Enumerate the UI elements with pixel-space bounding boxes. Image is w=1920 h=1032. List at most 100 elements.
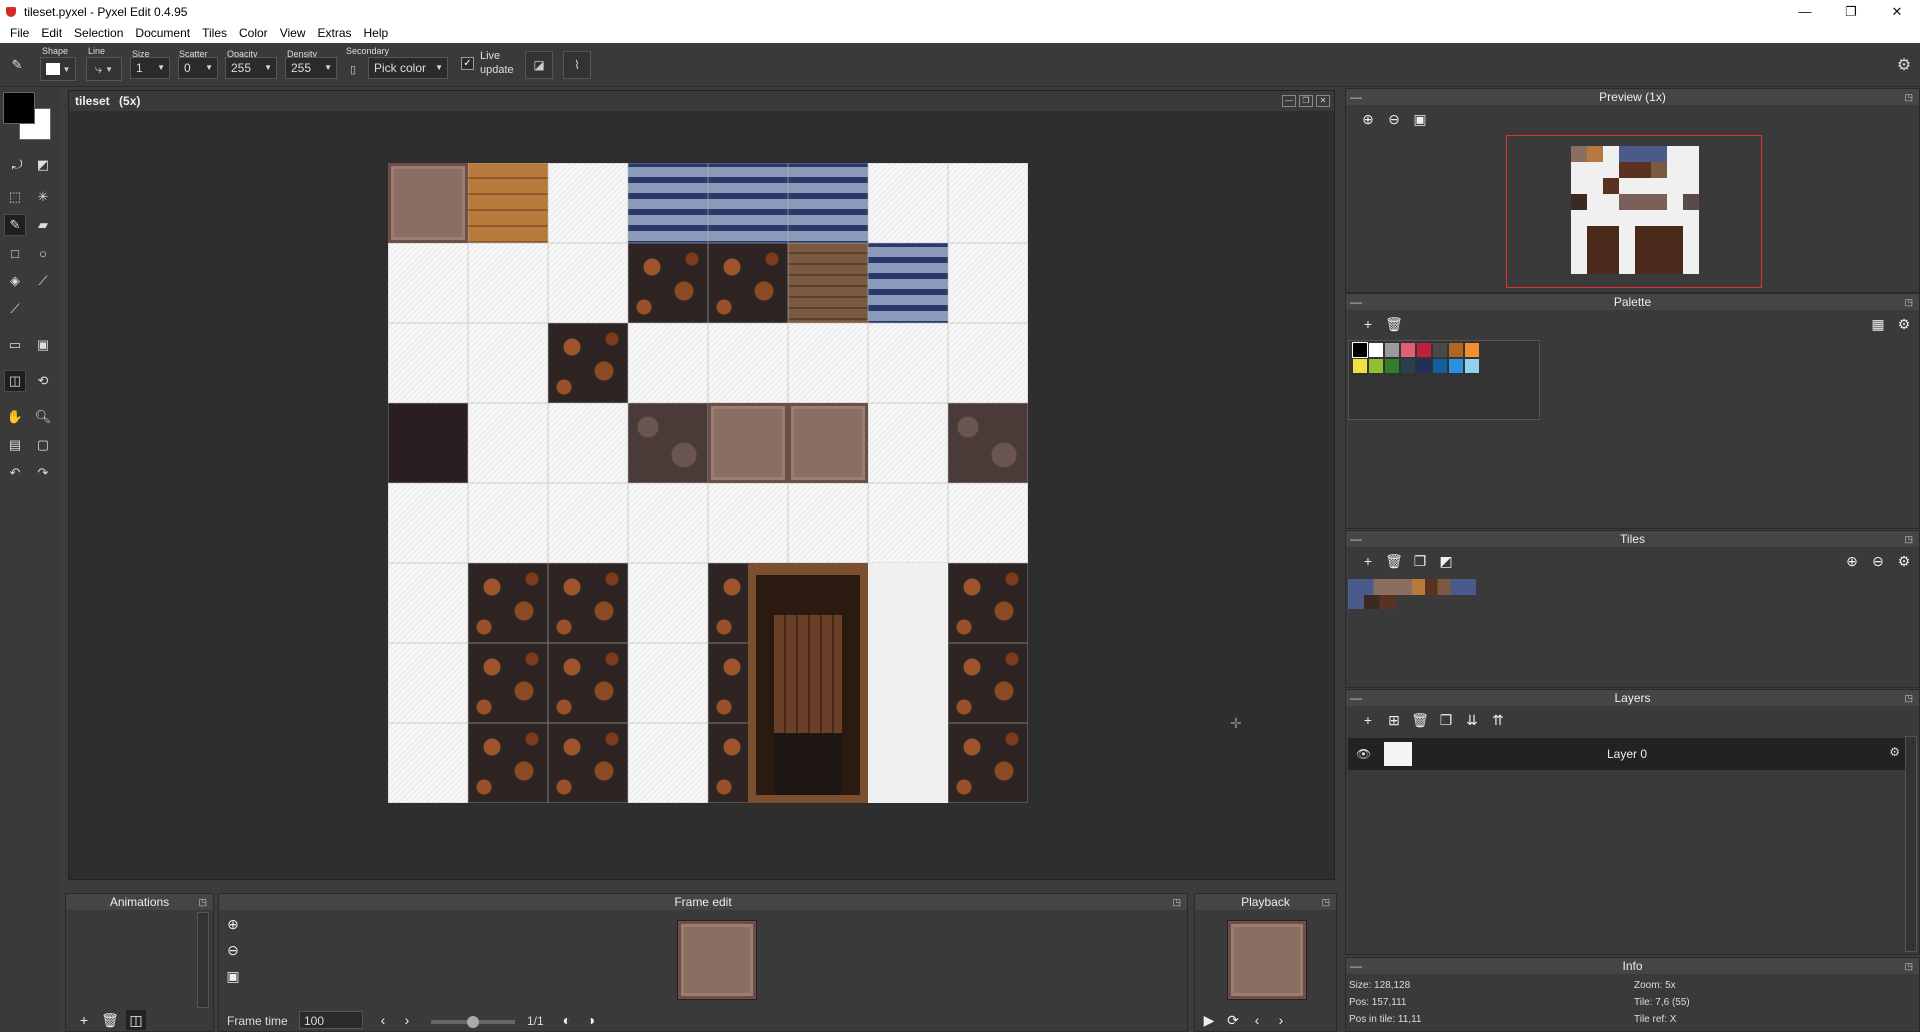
palette-color-swatch[interactable] [1417, 343, 1431, 357]
playback-next-icon[interactable]: › [1271, 1010, 1291, 1030]
palette-color-swatch[interactable] [1449, 359, 1463, 373]
delete-color-icon[interactable]: 🗑︎ [1384, 314, 1404, 334]
canvas-tile-rock[interactable] [948, 643, 1028, 723]
canvas-tile-empty[interactable] [708, 323, 788, 403]
rectangle-icon[interactable]: □ [4, 242, 26, 264]
canvas-tile-empty[interactable] [468, 243, 548, 323]
menu-color[interactable]: Color [233, 26, 274, 40]
canvas-tile-empty[interactable] [628, 323, 708, 403]
canvas-tile-dark[interactable] [388, 403, 468, 483]
canvas-tile-cobble[interactable] [948, 403, 1028, 483]
canvas-tile-empty[interactable] [628, 643, 708, 723]
canvas-tile-empty[interactable] [388, 723, 468, 803]
add-animation-icon[interactable]: + [74, 1010, 94, 1030]
ellipse-icon[interactable]: ○ [32, 242, 54, 264]
canvas-tile-empty[interactable] [948, 243, 1028, 323]
playback-prev-icon[interactable]: ‹ [1247, 1010, 1267, 1030]
canvas-tile-plate[interactable] [388, 163, 468, 243]
duplicate-tile-icon[interactable]: ❐ [1410, 551, 1430, 571]
canvas-tile-empty[interactable] [868, 323, 948, 403]
palette-color-swatch[interactable] [1385, 359, 1399, 373]
canvas-tile-rock[interactable] [628, 243, 708, 323]
zoom-icon[interactable]: 🔍︎ [32, 406, 54, 428]
canvas-tile-plate[interactable] [788, 403, 868, 483]
frame-time-input[interactable]: 100 [299, 1011, 363, 1029]
tile-mode-button[interactable]: ◪ [525, 51, 553, 79]
add-color-icon[interactable]: + [1358, 314, 1378, 334]
pin-icon[interactable]: ◳ [1172, 894, 1181, 910]
canvas-tile-empty[interactable] [868, 163, 948, 243]
shape-dropdown[interactable]: ▼ [40, 57, 76, 81]
canvas-tile-empty[interactable] [628, 563, 708, 643]
menu-extras[interactable]: Extras [311, 26, 357, 40]
layer-row[interactable]: 👁︎ Layer 0 ⚙ [1348, 738, 1906, 770]
primary-color-swatch[interactable] [3, 92, 35, 124]
onion-skin-next-icon[interactable]: ◑ [581, 1010, 601, 1030]
tile-edit-icon[interactable]: ◩ [1436, 551, 1456, 571]
canvas-tile-empty[interactable] [548, 243, 628, 323]
menu-edit[interactable]: Edit [35, 26, 68, 40]
secondary-dropdown[interactable]: Pick color [368, 57, 448, 79]
canvas-tile-brick[interactable] [708, 163, 788, 243]
fit-view-icon[interactable]: ▣ [1410, 109, 1430, 129]
canvas-tile-empty[interactable] [948, 323, 1028, 403]
canvas-tile-empty[interactable] [788, 483, 868, 563]
tile-rotate-icon[interactable]: ⟲ [32, 370, 54, 392]
palette-color-swatch[interactable] [1401, 359, 1415, 373]
menu-help[interactable]: Help [358, 26, 395, 40]
canvas-tile-empty[interactable] [388, 243, 468, 323]
tile-select-icon[interactable]: ▣ [32, 334, 54, 356]
canvas-tile-rock[interactable] [548, 643, 628, 723]
live-update-checkbox[interactable]: ✓ [461, 57, 474, 70]
swap-colors-icon[interactable]: ⤾ [6, 154, 28, 176]
palette-settings-gear-icon[interactable]: ⚙ [1894, 314, 1914, 334]
canvas-tile-empty[interactable] [388, 643, 468, 723]
canvas-tile-plank[interactable] [788, 243, 868, 323]
canvas-tile-rock[interactable] [468, 643, 548, 723]
canvas-tile-empty[interactable] [628, 723, 708, 803]
palette-color-swatch[interactable] [1449, 343, 1463, 357]
canvas-tile-empty[interactable] [468, 323, 548, 403]
rect-select-icon[interactable]: ⬚ [4, 186, 26, 208]
tiles-zoom-out-icon[interactable]: ⊖ [1868, 551, 1888, 571]
maximize-button[interactable]: ❐ [1828, 0, 1874, 23]
prev-frame-icon[interactable]: ‹ [373, 1010, 393, 1030]
palette-color-swatch[interactable] [1433, 343, 1447, 357]
pin-icon[interactable]: ◳ [1904, 690, 1913, 706]
add-tile-icon[interactable]: + [1358, 551, 1378, 571]
frame-slider-knob[interactable] [467, 1016, 479, 1028]
canvas-tile-rock[interactable] [948, 723, 1028, 803]
canvas-tile-empty[interactable] [788, 323, 868, 403]
add-layer-group-icon[interactable]: ⊞ [1384, 710, 1404, 730]
tile-strip-row-2[interactable] [1348, 595, 1396, 609]
palette-color-swatch[interactable] [1401, 343, 1415, 357]
canvas-tile-empty[interactable] [468, 483, 548, 563]
frame-thumbnail[interactable] [677, 920, 757, 1000]
pin-icon[interactable]: ◳ [1904, 89, 1913, 105]
canvas-tile-empty[interactable] [868, 403, 948, 483]
merge-layer-down-icon[interactable]: ⇊ [1462, 710, 1482, 730]
palette-color-swatch[interactable] [1369, 359, 1383, 373]
canvas-tile-rock[interactable] [548, 563, 628, 643]
canvas-tile-empty[interactable] [948, 163, 1028, 243]
frame-zoom-out-icon[interactable]: ⊖ [223, 940, 243, 960]
tile-strip-row-1[interactable] [1348, 579, 1476, 595]
canvas-tile-rock[interactable] [948, 563, 1028, 643]
line-dropdown[interactable]: ⤷ ▼ [86, 57, 122, 81]
canvas-tile-rock[interactable] [708, 243, 788, 323]
play-icon[interactable]: ▶ [1199, 1010, 1219, 1030]
canvas-tile-empty[interactable] [468, 403, 548, 483]
redo-icon[interactable]: ↷ [32, 462, 54, 484]
view-frame-icon[interactable]: ▤ [4, 434, 26, 456]
onion-skin-prev-icon[interactable]: ◐ [557, 1010, 577, 1030]
canvas-tile-empty[interactable] [388, 563, 468, 643]
canvas-tile-rock[interactable] [548, 723, 628, 803]
animation-select-icon[interactable]: ◫ [126, 1010, 146, 1030]
pin-icon[interactable]: ◳ [198, 894, 207, 910]
canvas-tile-empty[interactable] [708, 483, 788, 563]
menu-tiles[interactable]: Tiles [196, 26, 233, 40]
frame-fit-icon[interactable]: ▣ [223, 966, 243, 986]
canvas-tile-empty[interactable] [868, 483, 948, 563]
scatter-dropdown[interactable]: 0 [178, 57, 218, 79]
canvas-tile-empty[interactable] [548, 483, 628, 563]
